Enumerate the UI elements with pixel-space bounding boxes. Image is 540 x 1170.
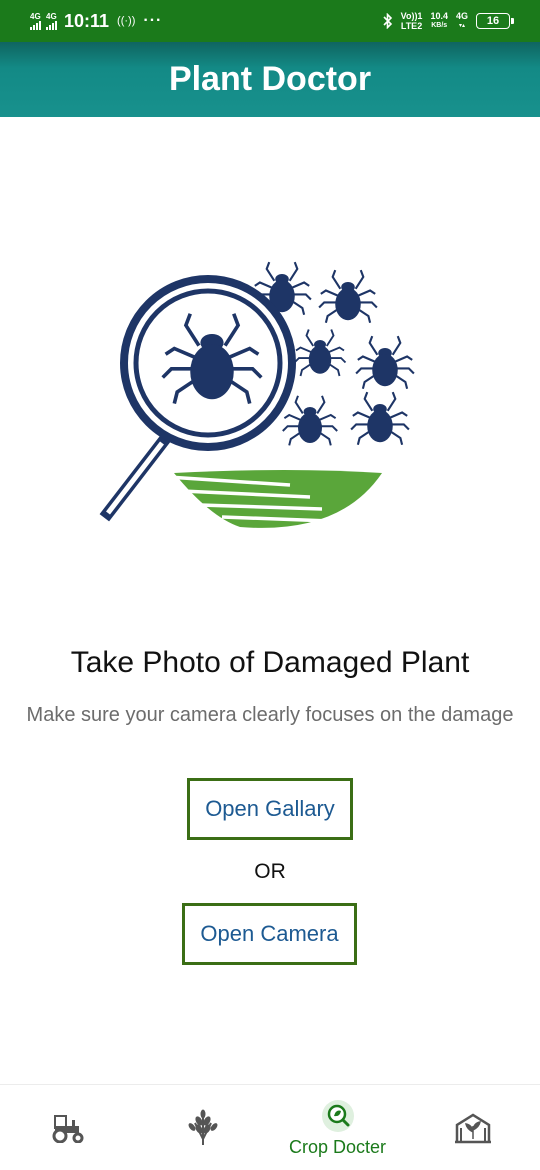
instruction-subline: Make sure your camera clearly focuses on… — [26, 704, 514, 726]
sim1-signal-icon: 4G — [30, 11, 41, 30]
nav-item-tractor[interactable] — [0, 1085, 135, 1170]
volte-indicator: Vo))1 LTE2 — [401, 11, 423, 31]
open-gallery-button[interactable]: Open Gallary — [187, 778, 353, 840]
battery-icon: 16 — [476, 13, 514, 29]
instruction-headline: Take Photo of Damaged Plant — [70, 646, 470, 679]
or-separator: OR — [254, 860, 286, 883]
sim2-signal-icon: 4G — [46, 11, 57, 30]
nav-item-greenhouse[interactable] — [405, 1085, 540, 1170]
wheat-icon — [188, 1109, 217, 1145]
open-camera-button[interactable]: Open Camera — [182, 903, 357, 965]
app-header: Plant Doctor — [0, 42, 540, 117]
data-network-icon: 4G ▾▴ — [455, 11, 468, 29]
volte-bottom-label: LTE2 — [400, 21, 423, 31]
hotspot-icon: ((·)) — [117, 15, 136, 27]
speed-value: 10.4 — [430, 11, 448, 21]
bottom-navigation: Crop Docter — [0, 1084, 540, 1170]
nav-item-crops[interactable] — [135, 1085, 270, 1170]
pest-magnifier-illustration — [99, 261, 415, 528]
clock: 10:11 — [64, 10, 110, 31]
status-right: Vo))1 LTE2 10.4 KB/s 4G ▾▴ 16 — [383, 9, 514, 33]
sim1-network-label: 4G — [30, 11, 41, 21]
sim2-network-label: 4G — [46, 11, 57, 21]
battery-level: 16 — [486, 15, 500, 27]
tractor-icon — [52, 1115, 83, 1143]
nav-label-crop-doctor: Crop Docter — [288, 1136, 387, 1157]
magnifier-leaf-icon — [321, 1099, 354, 1132]
page-title: Plant Doctor — [168, 60, 372, 98]
greenhouse-icon — [454, 1113, 491, 1144]
network-speed: 10.4 KB/s — [430, 11, 448, 31]
nav-item-crop-doctor[interactable]: Crop Docter — [270, 1085, 405, 1170]
bluetooth-icon — [383, 13, 392, 29]
volte-top-label: Vo))1 — [400, 11, 423, 21]
status-bar: 4G 4G 10:11 ((·)) ··· Vo))1 LTE2 10.4 KB… — [0, 0, 540, 42]
data-network-label: 4G — [455, 11, 468, 21]
more-notifications-icon: ··· — [143, 12, 163, 29]
speed-unit: KB/s — [431, 22, 448, 29]
status-left: 4G 4G 10:11 ((·)) ··· — [30, 9, 162, 33]
